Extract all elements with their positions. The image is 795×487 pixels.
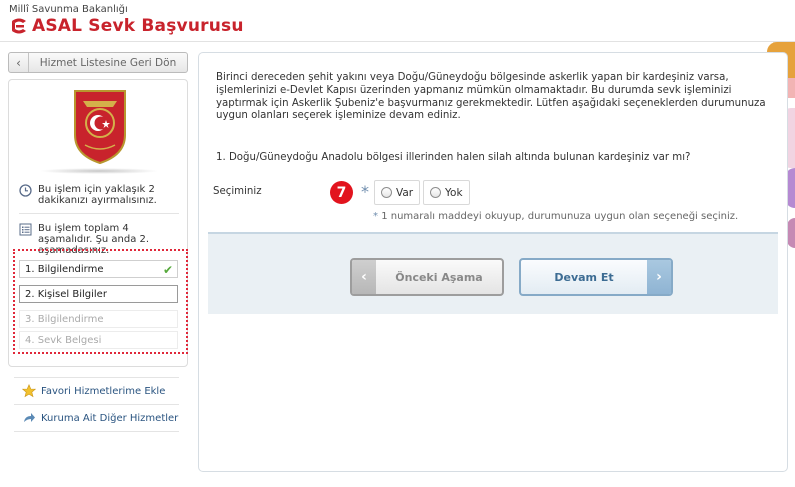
hint-text: * 1 numaralı maddeyi okuyup, durumunuza … — [373, 211, 738, 222]
divider — [14, 431, 179, 432]
star-icon — [22, 384, 36, 398]
divider — [19, 213, 179, 214]
main-panel: Birinci dereceden şehit yakını veya Doğu… — [198, 52, 788, 472]
step-label: 3. Bilgilendirme — [25, 313, 104, 325]
header: Millî Savunma Bakanlığı ASAL Sevk Başvur… — [0, 0, 795, 42]
other-services-label: Kuruma Ait Diğer Hizmetler — [41, 412, 179, 424]
continue-button[interactable]: Devam Et › — [519, 258, 673, 296]
clock-icon — [19, 184, 32, 197]
duration-info: Bu işlem için yaklaşık 2 dakikanızı ayır… — [19, 184, 179, 206]
msb-emblem-icon — [74, 90, 126, 165]
step-label: 2. Kişisel Bilgiler — [25, 288, 107, 300]
question-text: 1. Doğu/Güneydoğu Anadolu bölgesi illeri… — [216, 152, 691, 163]
radio-yok[interactable]: Yok — [423, 180, 470, 205]
app-title: ASAL Sevk Başvurusu — [9, 16, 244, 36]
required-asterisk: * — [361, 182, 369, 201]
step-4: 4. Sevk Belgesi — [19, 331, 178, 349]
back-to-service-list-button[interactable]: ‹ Hizmet Listesine Geri Dön — [8, 52, 188, 73]
chevron-right-icon: › — [647, 260, 671, 294]
page-title: ASAL Sevk Başvurusu — [32, 16, 244, 36]
intro-text: Birinci dereceden şehit yakını veya Doğu… — [216, 72, 766, 122]
chevron-left-icon: ‹ — [352, 260, 376, 294]
hint-message: 1 numaralı maddeyi okuyup, durumunuza uy… — [381, 211, 739, 222]
emblem-shadow — [39, 168, 159, 174]
list-icon — [19, 223, 32, 236]
share-arrow-icon — [24, 413, 35, 422]
radio-var-label: Var — [396, 186, 414, 199]
checkmark-icon: ✔ — [162, 263, 173, 277]
step-label: 1. Bilgilendirme — [25, 263, 104, 275]
favorites-label: Favori Hizmetlerime Ekle — [41, 385, 166, 397]
radio-button[interactable] — [430, 187, 441, 198]
step-1[interactable]: 1. Bilgilendirme ✔ — [19, 260, 178, 278]
edevlet-logo-icon — [12, 18, 26, 34]
steps-list: 1. Bilgilendirme ✔ 2. Kişisel Bilgiler 3… — [13, 249, 188, 354]
radio-var[interactable]: Var — [374, 180, 421, 205]
previous-step-button[interactable]: ‹ Önceki Aşama — [350, 258, 504, 296]
step-2[interactable]: 2. Kişisel Bilgiler — [19, 285, 178, 303]
other-services-link[interactable]: Kuruma Ait Diğer Hizmetler — [22, 411, 178, 425]
radio-button[interactable] — [381, 187, 392, 198]
back-button-label: Hizmet Listesine Geri Dön — [39, 56, 177, 69]
divider — [14, 404, 179, 405]
step-3: 3. Bilgilendirme — [19, 310, 178, 328]
previous-label: Önceki Aşama — [395, 270, 483, 284]
ministry-name: Millî Savunma Bakanlığı — [9, 4, 128, 15]
selection-label: Seçiminiz — [213, 186, 262, 197]
divider — [14, 377, 179, 378]
continue-label: Devam Et — [554, 270, 614, 284]
annotation-badge: 7 — [330, 181, 353, 204]
hint-asterisk: * — [373, 211, 378, 222]
add-to-favorites-link[interactable]: Favori Hizmetlerime Ekle — [22, 384, 165, 398]
radio-yok-label: Yok — [445, 186, 463, 199]
step-label: 4. Sevk Belgesi — [25, 334, 102, 346]
chevron-left-icon: ‹ — [9, 53, 29, 72]
navigation-bar: ‹ Önceki Aşama Devam Et › — [208, 232, 778, 314]
duration-text: Bu işlem için yaklaşık 2 dakikanızı ayır… — [38, 184, 157, 206]
